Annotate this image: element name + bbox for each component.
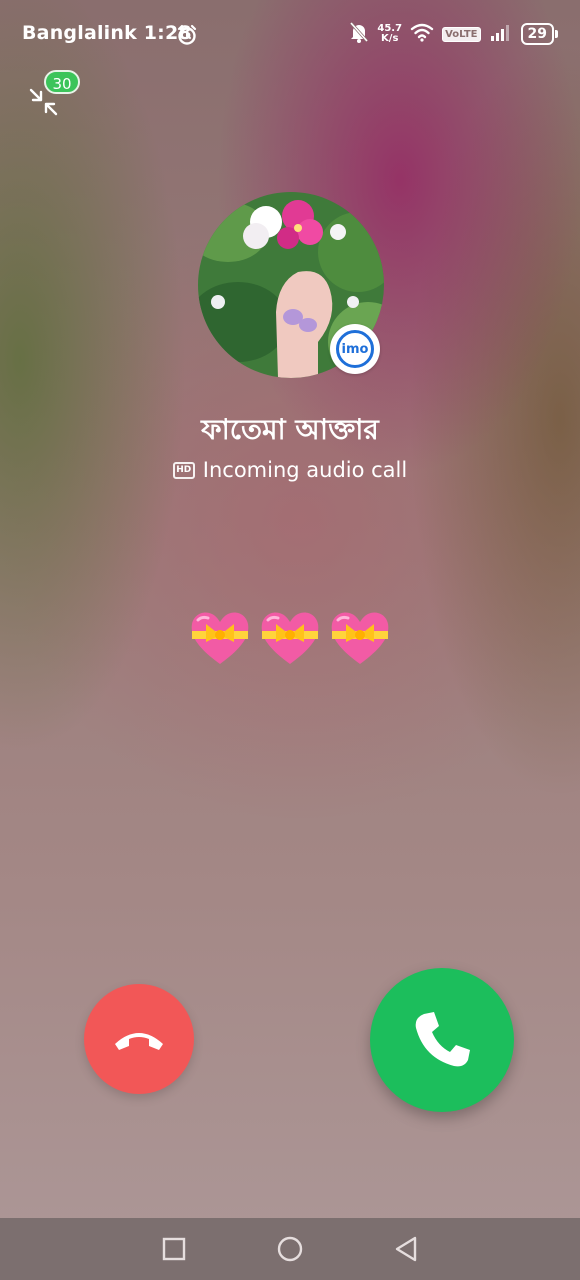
mute-notification-icon bbox=[349, 21, 369, 47]
phone-icon bbox=[415, 1012, 470, 1067]
wifi-icon bbox=[410, 22, 434, 46]
status-bar: Banglalink 1:28 45.7 K/s VoLTE 29 bbox=[0, 0, 580, 68]
recents-button[interactable] bbox=[158, 1233, 190, 1265]
imo-logo-icon: imo bbox=[336, 330, 374, 368]
call-status: HD Incoming audio call bbox=[0, 458, 580, 482]
alarm-clock-icon bbox=[176, 24, 198, 46]
heart-with-ribbon-icon bbox=[261, 612, 319, 664]
call-status-text: Incoming audio call bbox=[202, 458, 408, 482]
triangle-back-icon bbox=[395, 1236, 417, 1262]
notification-count-badge: 30 bbox=[44, 70, 80, 94]
circle-icon bbox=[277, 1236, 303, 1262]
signal-icon bbox=[489, 22, 513, 46]
accept-call-button[interactable] bbox=[370, 968, 514, 1112]
carrier-time: Banglalink 1:28 bbox=[22, 22, 192, 44]
volte-badge: VoLTE bbox=[442, 26, 481, 42]
battery-tip bbox=[555, 30, 558, 38]
caller-name: ফাতেমা আক্তার bbox=[201, 413, 379, 446]
hang-up-phone-icon bbox=[115, 1033, 163, 1050]
battery-indicator: 29 bbox=[520, 23, 558, 45]
square-icon bbox=[162, 1237, 186, 1261]
system-navigation-bar bbox=[0, 1218, 580, 1280]
status-icons: 45.7 K/s VoLTE 29 bbox=[349, 22, 558, 46]
home-button[interactable] bbox=[274, 1233, 306, 1265]
network-speed: 45.7 K/s bbox=[377, 23, 403, 44]
imo-app-badge: imo bbox=[330, 324, 380, 374]
heart-with-ribbon-icon bbox=[331, 612, 389, 664]
battery-level: 29 bbox=[520, 23, 554, 45]
hd-icon: HD bbox=[172, 461, 195, 479]
heart-with-ribbon-icon bbox=[191, 612, 249, 664]
back-button[interactable] bbox=[390, 1233, 422, 1265]
heart-emoji-row bbox=[0, 606, 580, 670]
decline-call-button[interactable] bbox=[84, 984, 194, 1094]
